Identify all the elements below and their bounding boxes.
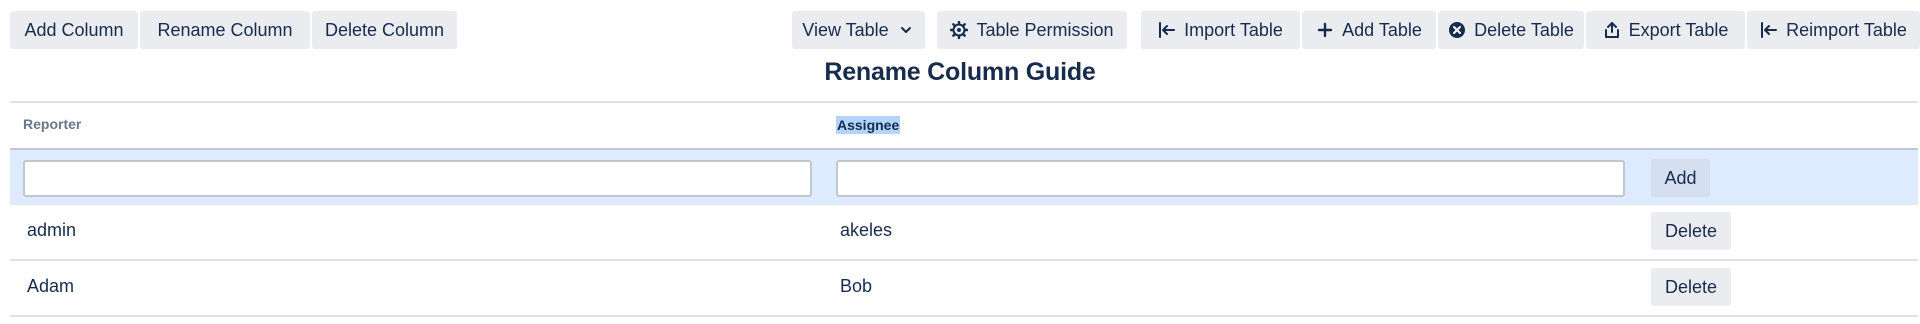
view-table-dropdown[interactable]: View Table	[792, 11, 925, 49]
table-permission-button[interactable]: Table Permission	[937, 11, 1127, 49]
export-icon	[1603, 21, 1621, 39]
import-icon	[1158, 21, 1176, 39]
delete-row-button[interactable]: Delete	[1651, 268, 1731, 306]
delete-table-label: Delete Table	[1474, 19, 1574, 40]
import-table-button[interactable]: Import Table	[1141, 11, 1300, 49]
gear-icon	[950, 21, 969, 39]
delete-row-label: Delete	[1664, 276, 1718, 297]
column-header-reporter[interactable]: Reporter	[23, 116, 81, 132]
reporter-cell: admin	[27, 220, 77, 240]
add-table-label: Add Table	[1342, 19, 1422, 40]
rename-column-label: Rename Column	[157, 19, 293, 40]
rename-column-button[interactable]: Rename Column	[140, 11, 310, 49]
assignee-cell: Bob	[840, 276, 873, 296]
plus-icon	[1316, 21, 1334, 39]
table-editor: Add Column Rename Column Delete Column V…	[0, 0, 1920, 324]
close-circle-icon	[1448, 21, 1466, 39]
toolbar: Add Column Rename Column Delete Column V…	[10, 11, 1920, 49]
table-header-row: Reporter Assignee	[10, 103, 1918, 148]
add-table-button[interactable]: Add Table	[1302, 11, 1436, 49]
delete-column-label: Delete Column	[324, 19, 445, 40]
table-permission-label: Table Permission	[976, 19, 1114, 40]
column-header-assignee[interactable]: Assignee	[836, 116, 901, 134]
reimport-table-button[interactable]: Reimport Table	[1747, 11, 1920, 49]
chevron-down-icon	[897, 21, 915, 39]
reimport-table-label: Reimport Table	[1786, 19, 1907, 40]
new-row-form: Add	[10, 148, 1918, 205]
table-row: Adam Bob Delete	[10, 261, 1918, 317]
assignee-input[interactable]	[836, 160, 1625, 197]
view-table-label: View Table	[802, 19, 889, 40]
add-column-label: Add Column	[24, 19, 124, 40]
delete-column-button[interactable]: Delete Column	[312, 11, 457, 49]
add-row-label: Add	[1664, 167, 1697, 188]
delete-row-button[interactable]: Delete	[1651, 212, 1731, 250]
delete-table-button[interactable]: Delete Table	[1438, 11, 1584, 49]
export-table-button[interactable]: Export Table	[1586, 11, 1745, 49]
add-column-button[interactable]: Add Column	[10, 11, 138, 49]
export-table-label: Export Table	[1628, 19, 1729, 40]
reporter-cell: Adam	[27, 276, 75, 296]
delete-row-label: Delete	[1664, 220, 1718, 241]
import-table-label: Import Table	[1184, 19, 1283, 40]
page-title: Rename Column Guide	[824, 58, 1096, 86]
reimport-icon	[1760, 21, 1778, 39]
assignee-cell: akeles	[840, 220, 893, 240]
table-row: admin akeles Delete	[10, 205, 1918, 261]
reporter-input[interactable]	[23, 160, 812, 197]
add-row-button[interactable]: Add	[1651, 159, 1710, 197]
